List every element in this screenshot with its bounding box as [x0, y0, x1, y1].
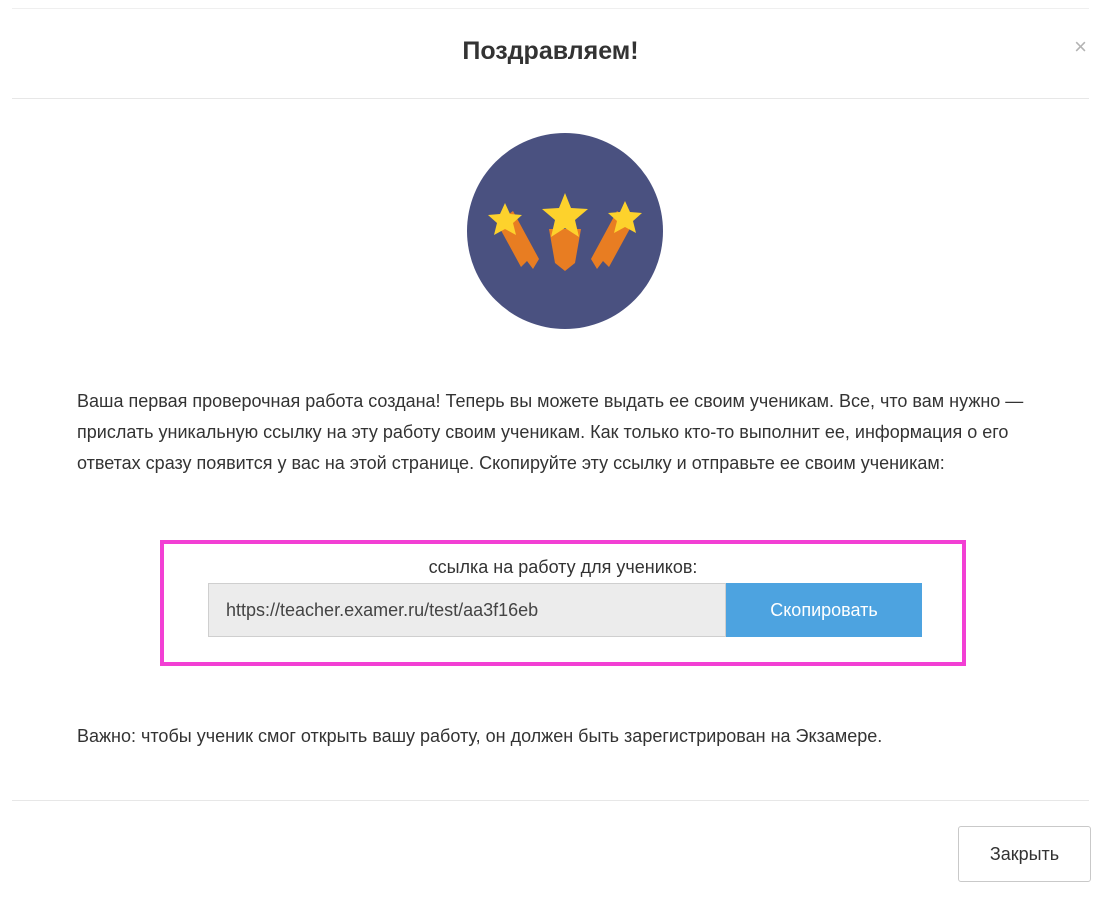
intro-text: Ваша первая проверочная работа создана! … — [77, 391, 1024, 473]
copy-button[interactable]: Скопировать — [726, 583, 922, 637]
close-button[interactable]: Закрыть — [958, 826, 1091, 882]
modal-header: Поздравляем! × — [12, 8, 1089, 99]
share-link-box: ссылка на работу для учеников: Скопирова… — [160, 540, 966, 666]
share-link-label: ссылка на работу для учеников: — [428, 557, 698, 577]
registration-note: Важно: чтобы ученик смог открыть вашу ра… — [77, 726, 883, 746]
footer-divider — [12, 800, 1089, 801]
modal-title: Поздравляем! — [462, 37, 639, 65]
close-icon[interactable]: × — [1074, 36, 1087, 58]
share-link-field[interactable] — [208, 583, 726, 637]
stars-icon — [467, 133, 663, 329]
congratulations-modal: Поздравляем! × Ваша первая проверочная р… — [0, 0, 1101, 906]
